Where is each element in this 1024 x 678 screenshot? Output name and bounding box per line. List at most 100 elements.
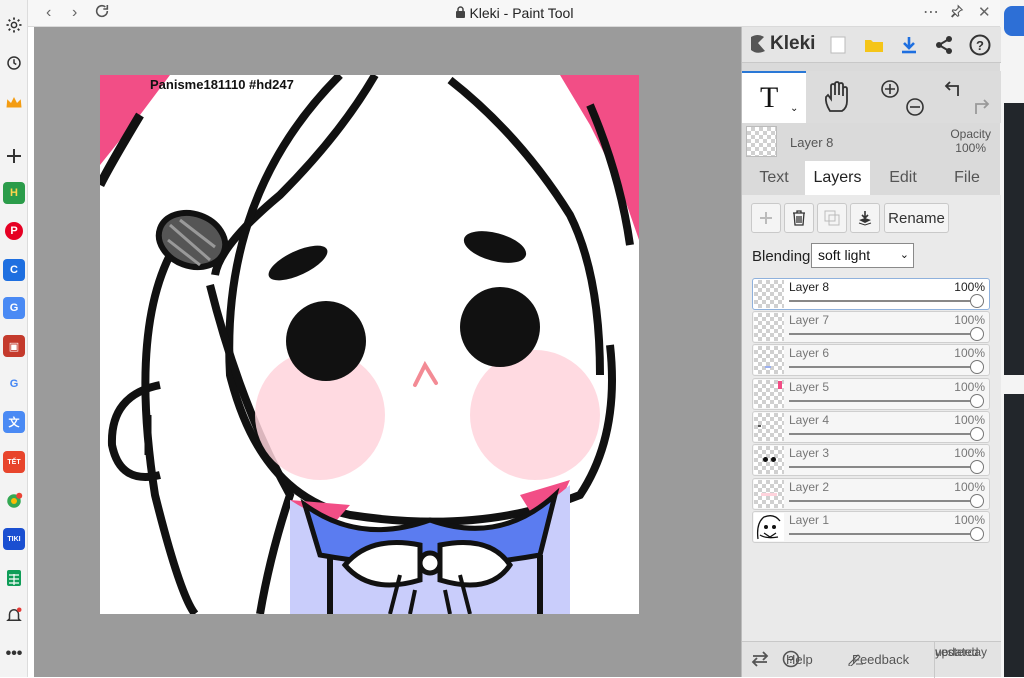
- layer-thumbnail: [754, 513, 784, 541]
- layer-opacity: 100%: [954, 480, 985, 494]
- feedback-link[interactable]: Feedback: [848, 652, 909, 667]
- blending-value: soft light: [818, 247, 871, 263]
- notification-icon: [1004, 6, 1024, 36]
- chrome-app-icon[interactable]: [3, 490, 25, 512]
- browser-sidebar: H P C G ▣ G 文 TẾT TIKI •••: [0, 0, 28, 677]
- pin-icon[interactable]: [950, 4, 964, 23]
- history-icon[interactable]: [3, 52, 25, 74]
- layer-name: Layer 4: [789, 413, 830, 427]
- layer-opacity-handle[interactable]: [970, 427, 984, 441]
- new-image-icon[interactable]: [826, 33, 850, 57]
- updated-status[interactable]: updated yesterday: [934, 642, 1001, 678]
- merge-layer-button[interactable]: [850, 203, 880, 233]
- layer-name: Layer 3: [789, 446, 830, 460]
- layer-item[interactable]: Layer 3 100%: [752, 444, 990, 476]
- text-tool-button[interactable]: T ⌄: [742, 71, 806, 123]
- zoom-in-icon[interactable]: [880, 79, 900, 104]
- translate-icon[interactable]: G: [3, 297, 25, 319]
- duplicate-layer-button[interactable]: [817, 203, 847, 233]
- tet-app-icon[interactable]: TẾT: [3, 451, 25, 473]
- duplicate-icon: [824, 210, 840, 226]
- layer-item[interactable]: Layer 2 100%: [752, 478, 990, 510]
- current-layer-name: Layer 8: [790, 135, 834, 150]
- plus-icon: [760, 212, 772, 224]
- layer-item[interactable]: Layer 7 100%: [752, 311, 990, 343]
- layer-opacity-handle[interactable]: [970, 294, 984, 308]
- layer-opacity-slider[interactable]: [789, 466, 979, 468]
- more-icon[interactable]: •••: [3, 643, 25, 665]
- kleki-logo[interactable]: Kleki: [748, 33, 815, 55]
- download-icon[interactable]: [897, 33, 921, 57]
- layer-opacity-handle[interactable]: [970, 394, 984, 408]
- layer-opacity-handle[interactable]: [970, 494, 984, 508]
- chevron-down-icon: ⌄: [899, 249, 909, 261]
- tab-text[interactable]: Text: [744, 161, 804, 195]
- rename-layer-button[interactable]: Rename: [884, 203, 949, 233]
- layer-opacity-slider[interactable]: [789, 500, 979, 502]
- layer-opacity-slider[interactable]: [789, 533, 979, 535]
- bell-icon[interactable]: [3, 604, 25, 626]
- layers-panel: Rename Blending soft light ⌄ Layer 8 100…: [742, 195, 1001, 641]
- tiki-app-icon[interactable]: TIKI: [3, 528, 25, 550]
- more-options-icon[interactable]: ⋯: [923, 2, 939, 22]
- layer-opacity-slider[interactable]: [789, 400, 979, 402]
- svg-text:?: ?: [976, 38, 984, 53]
- layer-opacity: 100%: [954, 280, 985, 294]
- canvas-area[interactable]: Panisme181110 #hd247: [34, 27, 741, 677]
- undo-icon[interactable]: [944, 79, 966, 104]
- layer-name: Layer 7: [789, 313, 830, 327]
- drawing-canvas[interactable]: Panisme181110 #hd247: [100, 75, 639, 614]
- layer-opacity-slider[interactable]: [789, 366, 979, 368]
- pinterest-icon[interactable]: P: [5, 222, 23, 240]
- layer-opacity-handle[interactable]: [970, 327, 984, 341]
- close-icon[interactable]: ✕: [978, 3, 991, 21]
- layer-thumbnail: [754, 480, 784, 508]
- layer-item[interactable]: Layer 5 100%: [752, 378, 990, 410]
- hand-tool-icon[interactable]: [822, 81, 850, 118]
- layer-thumbnail: [754, 446, 784, 474]
- layer-opacity-handle[interactable]: [970, 460, 984, 474]
- crown-icon[interactable]: [3, 92, 25, 114]
- layer-opacity: 100%: [954, 413, 985, 427]
- h-app-icon[interactable]: H: [3, 182, 25, 204]
- layer-item[interactable]: Layer 6 100%: [752, 344, 990, 376]
- settings-icon[interactable]: [3, 14, 25, 36]
- chevron-down-icon[interactable]: ⌄: [790, 103, 798, 114]
- translate-doc-icon[interactable]: 文: [3, 411, 25, 433]
- delete-layer-button[interactable]: [784, 203, 814, 233]
- layer-item[interactable]: Layer 8 100%: [752, 278, 990, 310]
- blending-label: Blending: [752, 248, 811, 265]
- layer-name: Layer 5: [789, 380, 830, 394]
- layer-opacity: 100%: [954, 513, 985, 527]
- layer-name: Layer 1: [789, 513, 830, 527]
- artwork: [100, 75, 639, 614]
- layer-item[interactable]: Layer 1 100%: [752, 511, 990, 543]
- swap-sides-icon[interactable]: [750, 650, 770, 671]
- layer-opacity: 100%: [954, 313, 985, 327]
- google-icon[interactable]: G: [3, 373, 25, 395]
- layer-item[interactable]: Layer 4 100%: [752, 411, 990, 443]
- layer-opacity-handle[interactable]: [970, 360, 984, 374]
- shield-app-icon[interactable]: ▣: [3, 335, 25, 357]
- layer-opacity-slider[interactable]: [789, 300, 979, 302]
- add-layer-button[interactable]: [751, 203, 781, 233]
- share-icon[interactable]: [932, 33, 956, 57]
- help-icon[interactable]: ?: [968, 33, 992, 57]
- blue-app-icon[interactable]: C: [3, 259, 25, 281]
- plus-icon[interactable]: [3, 145, 25, 167]
- tab-edit[interactable]: Edit: [872, 161, 934, 195]
- text-tool-icon: T: [760, 81, 779, 114]
- tab-file[interactable]: File: [936, 161, 998, 195]
- layer-opacity-slider[interactable]: [789, 333, 979, 335]
- open-folder-icon[interactable]: [862, 33, 886, 57]
- opacity-readout[interactable]: Opacity 100%: [950, 127, 991, 155]
- layer-opacity-handle[interactable]: [970, 527, 984, 541]
- help-link[interactable]: ? Help: [782, 650, 813, 668]
- tab-layers[interactable]: Layers: [805, 161, 870, 195]
- layer-opacity-slider[interactable]: [789, 433, 979, 435]
- blending-select[interactable]: soft light ⌄: [811, 243, 914, 268]
- current-layer-thumbnail[interactable]: [746, 126, 777, 157]
- zoom-out-icon[interactable]: [905, 97, 925, 122]
- redo-icon[interactable]: [968, 97, 990, 122]
- sheets-icon[interactable]: [3, 567, 25, 589]
